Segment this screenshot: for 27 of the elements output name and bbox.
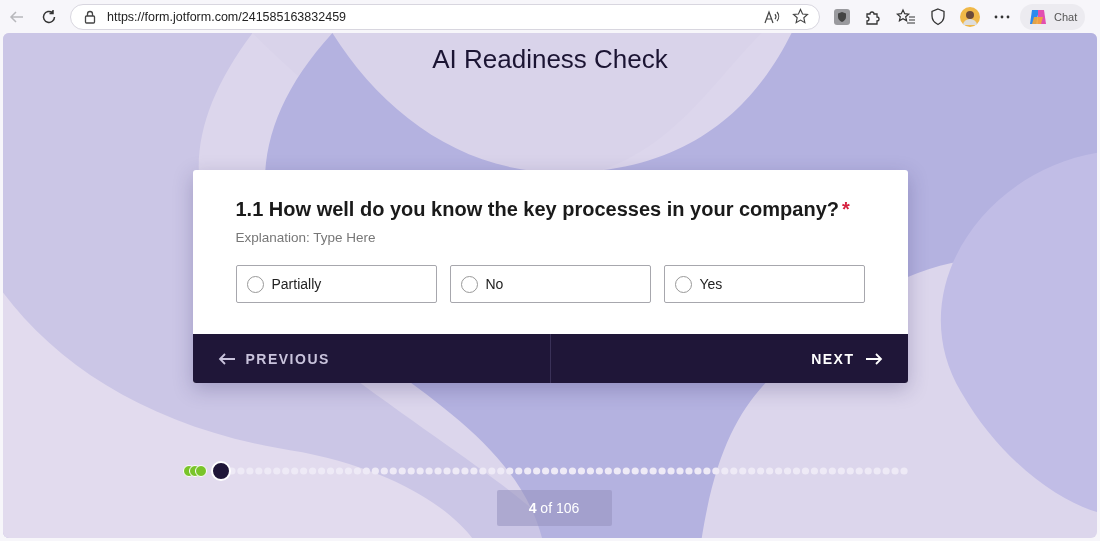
radio-button[interactable]: [246, 275, 264, 293]
answer-option[interactable]: Partially: [235, 265, 437, 303]
lock-icon[interactable]: [83, 9, 97, 24]
more-icon[interactable]: [994, 14, 1010, 19]
question-description: Explanation: Type Here: [235, 230, 377, 245]
read-aloud-icon[interactable]: [764, 8, 782, 25]
question-text: 1.1 How well do you know the key processes in your company?: [235, 198, 839, 220]
next-button[interactable]: NEXT: [550, 334, 908, 383]
arrow-right-icon: [864, 351, 883, 366]
radio-button[interactable]: [674, 275, 692, 293]
star-icon[interactable]: [792, 8, 809, 25]
previous-button[interactable]: PREVIOUS: [192, 334, 551, 383]
reload-icon[interactable]: [40, 7, 58, 26]
shield-icon[interactable]: [930, 7, 946, 26]
favorites-icon[interactable]: [896, 7, 916, 26]
avatar-icon[interactable]: [960, 6, 980, 27]
answer-option[interactable]: Yes: [663, 265, 865, 303]
url-text: https://form.jotform.com/241585163832459: [107, 9, 347, 24]
answer-option[interactable]: No: [449, 265, 651, 303]
radio-button[interactable]: [460, 275, 478, 293]
chat-button[interactable]: Chat: [1020, 3, 1086, 30]
arrow-left-icon: [217, 351, 236, 366]
form-title: AI Readiness Check: [432, 44, 668, 76]
page-counter: 4 of 106: [496, 490, 612, 526]
address-bar[interactable]: https://form.jotform.com/241585163832459: [70, 3, 820, 30]
required-mark: *: [842, 198, 850, 220]
shield-extension-icon[interactable]: [834, 8, 850, 25]
